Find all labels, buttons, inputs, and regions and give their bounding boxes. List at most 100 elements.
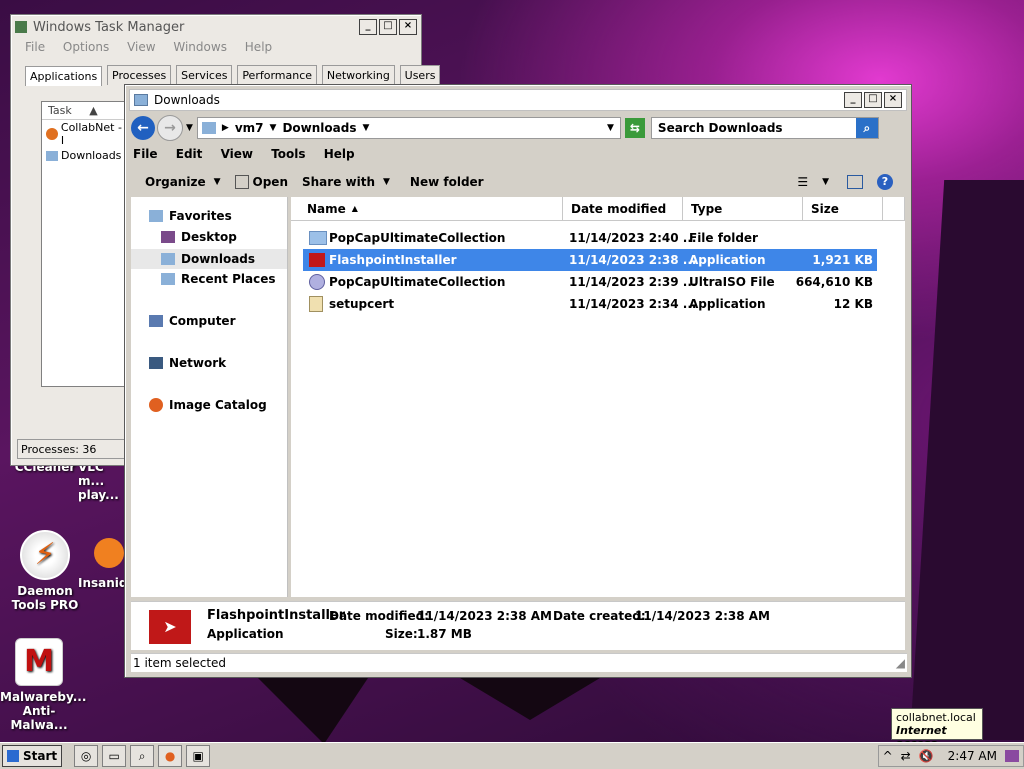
file-list[interactable]: Name ▲ Date modified Type Size PopCapUlti… [291,197,905,597]
column-header-name[interactable]: Name ▲ [291,197,563,221]
explorer-title: Downloads [154,93,220,107]
task-column-header[interactable]: Task ▲ [42,102,132,120]
views-dropdown-icon[interactable]: ▼ [822,177,829,187]
resize-grip-icon[interactable]: ◢ [896,656,905,670]
file-row-selected[interactable]: FlashpointInstaller 11/14/2023 2:38 ... … [303,249,877,271]
menu-view[interactable]: View [221,147,253,161]
details-size: 1.87 MB [417,627,472,641]
preview-pane-icon[interactable] [847,175,863,189]
open-button[interactable]: Open [234,175,288,189]
ie-icon[interactable]: ◎ [74,745,99,767]
minimize-button[interactable]: _ [359,19,377,35]
tab-applications[interactable]: Applications [25,66,103,86]
details-created-label: Date created: [553,609,646,623]
close-button[interactable]: × [399,19,417,35]
computer-icon [149,315,163,327]
tab-performance[interactable]: Performance [237,65,318,85]
fish-icon [94,538,124,568]
close-button[interactable]: × [884,92,902,108]
breadcrumb-sep-icon[interactable]: ▶ [222,123,229,133]
nav-image-catalog[interactable]: Image Catalog [149,398,267,412]
nav-recent-places[interactable]: Recent Places [161,272,276,286]
wallpaper-shape-right [910,180,1024,740]
minimize-button[interactable]: _ [844,92,862,108]
file-row[interactable]: PopCapUltimateCollection 11/14/2023 2:39… [303,271,877,293]
help-icon[interactable]: ? [877,174,893,190]
maximize-button[interactable]: □ [864,92,882,108]
views-icon[interactable]: ☰ [797,175,808,189]
network-icon[interactable]: ⇄ [901,749,911,763]
folder-icon [46,150,58,161]
explorer-window[interactable]: Downloads _ □ × ← → ▼ ▶ vm7 ▼ Downloads … [124,84,912,678]
menu-options[interactable]: Options [63,40,109,54]
chevron-down-icon: ▼ [383,177,390,187]
search-taskbar-icon[interactable]: ⌕ [130,745,155,767]
tray-expand-icon[interactable]: ^ [883,749,893,763]
volume-muted-icon[interactable]: 🔇 [919,749,934,763]
folder-icon [309,231,327,245]
sort-ascending-icon: ▲ [351,204,358,213]
forward-button[interactable]: → [157,115,183,141]
daemon-tools-icon: ⚡ [20,530,70,580]
search-input[interactable]: Search Downloads ⌕ [650,117,879,139]
column-header-size[interactable]: Size [803,197,883,221]
breadcrumb-sep-icon[interactable]: ▼ [362,123,369,133]
explorer-titlebar[interactable]: Downloads _ □ × [129,89,907,111]
maximize-button[interactable]: □ [379,19,397,35]
share-with-button[interactable]: Share with ▼ [302,175,390,189]
daemon-tools-desktop-icon[interactable]: ⚡ Daemon Tools PRO [0,530,90,612]
column-header-date[interactable]: Date modified [563,197,683,221]
column-header-type[interactable]: Type [683,197,803,221]
tab-users[interactable]: Users [399,65,441,85]
menu-windows[interactable]: Windows [173,40,227,54]
firefox-taskbar-icon[interactable]: ● [158,745,183,767]
organize-button[interactable]: Organize ▼ [145,175,221,189]
task-manager-title: Windows Task Manager [33,19,185,35]
nav-computer[interactable]: Computer [149,314,235,328]
menu-edit[interactable]: Edit [176,147,203,161]
clock[interactable]: 2:47 AM [948,749,997,763]
tab-networking[interactable]: Networking [321,65,395,85]
breadcrumb[interactable]: ▶ vm7 ▼ Downloads ▼ ▼ [196,117,621,139]
tab-processes[interactable]: Processes [107,65,172,85]
address-dropdown-icon[interactable]: ▼ [607,123,614,133]
task-manager-taskbar-icon[interactable]: ▣ [186,745,211,767]
vlc-label: VLC m... play... [78,460,119,502]
menu-file[interactable]: File [25,40,45,54]
history-dropdown-icon[interactable]: ▼ [186,123,193,133]
open-icon [234,175,249,189]
search-icon[interactable]: ⌕ [855,118,878,138]
malwarebytes-desktop-icon[interactable]: M Malwareby... Anti-Malwa... [0,638,86,732]
menu-help[interactable]: Help [324,147,355,161]
insaniquarium-desktop-icon[interactable]: Insaniq... [78,530,124,590]
task-list[interactable]: Task ▲ CollabNet - I Downloads [41,101,133,387]
breadcrumb-sep-icon[interactable]: ▼ [270,123,277,133]
show-desktop-icon[interactable] [1005,750,1019,762]
nav-downloads[interactable]: Downloads [131,249,287,269]
status-bar: 1 item selected ◢ [131,653,907,672]
menu-file[interactable]: File [133,147,158,161]
start-button[interactable]: Start [2,745,63,767]
task-row[interactable]: CollabNet - I [42,120,132,148]
explorer-taskbar-icon[interactable]: ▭ [102,745,127,767]
menu-tools[interactable]: Tools [271,147,305,161]
breadcrumb-vm7[interactable]: vm7 [235,121,264,135]
tab-services[interactable]: Services [176,65,233,85]
details-created: 11/14/2023 2:38 AM [635,609,770,623]
nav-favorites[interactable]: Favorites [149,209,232,223]
task-manager-icon [15,21,27,33]
nav-network[interactable]: Network [149,356,226,370]
task-manager-titlebar[interactable]: Windows Task Manager _ □ × [11,17,421,37]
back-button[interactable]: ← [131,116,155,140]
menu-view[interactable]: View [127,40,155,54]
breadcrumb-downloads[interactable]: Downloads [282,121,356,135]
file-row[interactable]: setupcert 11/14/2023 2:34 ... Applicatio… [303,293,877,315]
details-modified-label: Date modified: [329,609,429,623]
nav-desktop[interactable]: Desktop [161,230,237,244]
file-row[interactable]: PopCapUltimateCollection 11/14/2023 2:40… [303,227,877,249]
vlc-desktop-icon[interactable]: VLC m... play... [78,460,128,502]
menu-help[interactable]: Help [245,40,272,54]
refresh-icon[interactable]: ⇆ [624,118,645,138]
new-folder-button[interactable]: New folder [410,175,484,189]
task-row[interactable]: Downloads [42,148,132,163]
